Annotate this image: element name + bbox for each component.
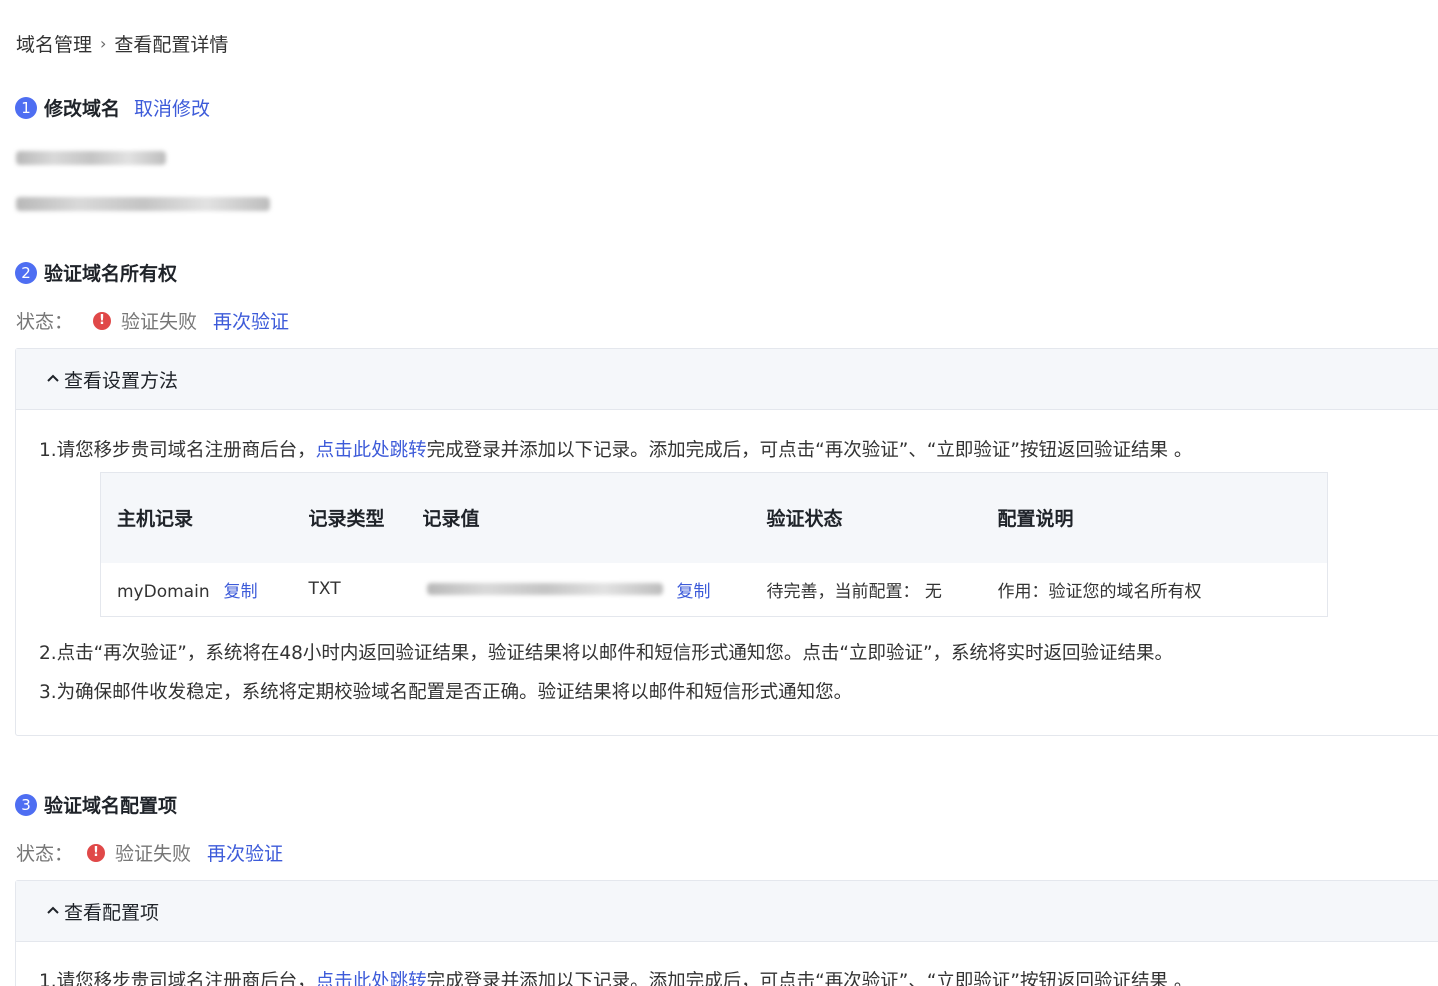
cell-host: myDomain 复制: [101, 563, 293, 617]
step3-instr1-suffix: 完成登录并添加以下记录。添加完成后，可点击“再次验证”、“立即验证”按钮返回验证…: [426, 971, 1193, 986]
table-row: myDomain 复制 TXT 复制 待完善，当前配置： 无 作用：验证您的域名所…: [101, 563, 1328, 617]
step3-panel-toggle-label: 查看配置项: [64, 901, 160, 924]
step3-status: 状态： ! 验证失败 再次验证: [16, 839, 283, 866]
step3-header: 3 验证域名配置项: [15, 791, 177, 818]
step3-title: 验证域名配置项: [44, 795, 178, 817]
cell-desc: 作用：验证您的域名所有权: [997, 581, 1202, 602]
error-icon: !: [87, 843, 106, 862]
step2-instruction-2: 2.点击“再次验证”，系统将在48小时内返回验证结果，验证结果将以邮件和短信形式…: [39, 643, 1174, 664]
redacted-field-1: [16, 151, 166, 165]
step3-number-badge: 3: [15, 793, 37, 816]
cell-status: 待完善，当前配置： 无: [766, 581, 942, 602]
step2-instruction-3: 3.为确保邮件收发稳定，系统将定期校验域名配置是否正确。验证结果将以邮件和短信形…: [39, 682, 853, 703]
col-type: 记录类型: [292, 472, 407, 563]
col-desc: 配置说明: [981, 472, 1328, 563]
step2-header: 2 验证域名所有权: [15, 259, 177, 286]
chevron-up-icon: [46, 371, 60, 387]
step2-panel-toggle-label: 查看设置方法: [64, 369, 179, 392]
chevron-up-icon: [46, 903, 60, 919]
record-table: 主机记录 记录类型 记录值 验证状态 配置说明 myDomain 复制 TXT 复…: [100, 472, 1328, 617]
error-icon: !: [93, 311, 112, 330]
step2-panel-toggle[interactable]: 查看设置方法: [16, 349, 1438, 410]
record-table-header: 主机记录 记录类型 记录值 验证状态 配置说明: [100, 472, 1328, 563]
cell-value: 复制: [407, 563, 751, 617]
step2-instr1-prefix: 1.请您移步贵司域名注册商后台，: [39, 440, 316, 461]
step3-config-panel: 查看配置项 1.请您移步贵司域名注册商后台，点击此处跳转完成登录并添加以下记录。…: [15, 880, 1438, 986]
step2-title: 验证域名所有权: [44, 263, 178, 285]
step3-registrar-link[interactable]: 点击此处跳转: [316, 971, 427, 986]
step2-registrar-link[interactable]: 点击此处跳转: [316, 440, 427, 461]
copy-value-button[interactable]: 复制: [677, 577, 711, 602]
step2-instr1-suffix: 完成登录并添加以下记录。添加完成后，可点击“再次验证”、“立即验证”按钮返回验证…: [426, 440, 1193, 461]
step2-status-text: 验证失败: [121, 311, 198, 333]
step2-number-badge: 2: [15, 261, 37, 284]
step2-instruction-1: 1.请您移步贵司域名注册商后台，点击此处跳转完成登录并添加以下记录。添加完成后，…: [39, 436, 1192, 462]
step3-retry-link[interactable]: 再次验证: [207, 839, 283, 866]
breadcrumb-current: 查看配置详情: [114, 34, 229, 56]
col-status: 验证状态: [750, 472, 982, 563]
step3-instr1-prefix: 1.请您移步贵司域名注册商后台，: [39, 971, 316, 986]
step2-setup-panel: 查看设置方法 1.请您移步贵司域名注册商后台，点击此处跳转完成登录并添加以下记录…: [15, 348, 1438, 736]
host-value: myDomain: [117, 581, 210, 602]
cancel-edit-link[interactable]: 取消修改: [134, 94, 210, 121]
step1-header: 1 修改域名 取消修改: [15, 94, 210, 121]
breadcrumb-root[interactable]: 域名管理: [16, 30, 92, 57]
col-value: 记录值: [406, 472, 751, 563]
redacted-field-2: [16, 197, 270, 211]
step3-status-label: 状态：: [16, 843, 74, 865]
step2-status: 状态： ! 验证失败 再次验证: [16, 307, 289, 334]
step2-status-label: 状态：: [16, 311, 74, 333]
step3-status-text: 验证失败: [115, 843, 192, 865]
step1-number-badge: 1: [15, 96, 37, 119]
step3-instruction-1: 1.请您移步贵司域名注册商后台，点击此处跳转完成登录并添加以下记录。添加完成后，…: [39, 967, 1192, 986]
breadcrumb: 域名管理 › 查看配置详情: [16, 30, 228, 57]
step1-title: 修改域名: [44, 98, 121, 120]
col-host: 主机记录: [100, 472, 293, 563]
copy-host-button[interactable]: 复制: [224, 582, 258, 602]
step3-panel-toggle[interactable]: 查看配置项: [16, 881, 1438, 942]
breadcrumb-separator-icon: ›: [100, 34, 107, 53]
redacted-record-value: [426, 583, 663, 596]
step2-retry-link[interactable]: 再次验证: [213, 307, 289, 334]
cell-type: TXT: [308, 579, 341, 600]
